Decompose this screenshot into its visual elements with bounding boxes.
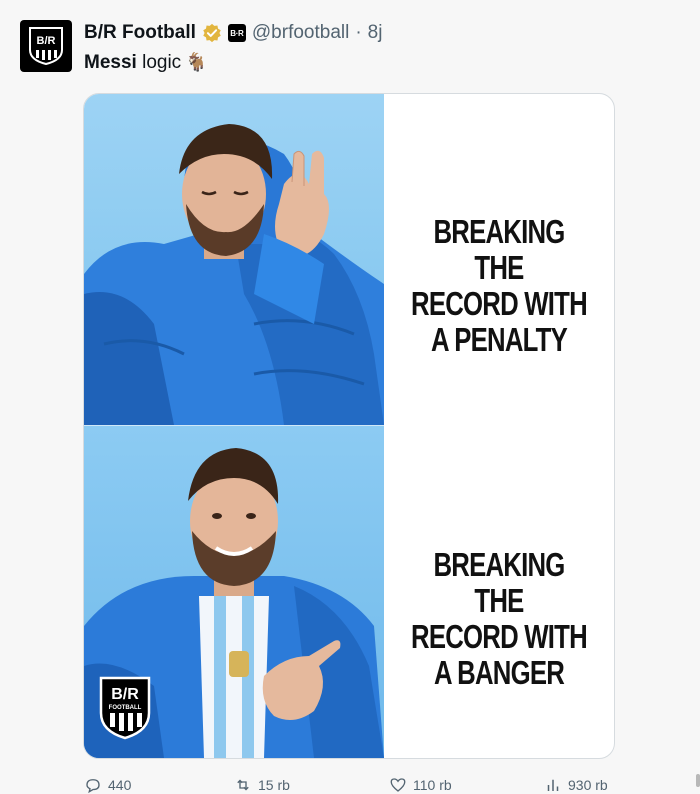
reply-icon	[86, 779, 100, 794]
affiliate-badge-icon: B·R	[227, 24, 246, 42]
retweet-icon	[237, 779, 249, 791]
retweet-count: 15 rb	[258, 777, 290, 793]
meme-caption-line: RECORD WITH	[411, 618, 588, 655]
timestamp[interactable]: 8j	[368, 22, 383, 44]
reply-button[interactable]: 440	[84, 776, 131, 794]
retweet-button[interactable]: 15 rb	[234, 776, 290, 794]
scrollbar[interactable]	[696, 774, 700, 787]
like-count: 110 rb	[413, 777, 452, 793]
meme-caption-line: RECORD WITH	[411, 285, 588, 322]
separator-dot: ·	[355, 22, 362, 43]
meme-caption-bottom: BREAKING THE RECORD WITH A BANGER	[409, 547, 588, 691]
tweet-text-rest: logic	[136, 52, 182, 73]
tweet-actions: 440 15 rb 110 rb 930 rb	[84, 772, 644, 794]
tweet-header: B/R Football B·R @brfootball · 8j	[84, 20, 382, 46]
meme-caption-top: BREAKING THE RECORD WITH A PENALTY	[409, 214, 588, 358]
heart-icon	[390, 778, 406, 792]
meme-caption-line: A BANGER	[433, 654, 565, 691]
svg-text:B/R: B/R	[37, 35, 56, 47]
reply-count: 440	[108, 777, 132, 793]
meme-image[interactable]: B/R FOOTBALL BREAKING THE RECORD WITH A …	[83, 93, 615, 759]
man-rejecting-illustration	[84, 124, 384, 425]
meme-photo-approve: B/R FOOTBALL	[84, 426, 384, 758]
tweet[interactable]: B/R B/R Football B·R @brfootball · 8j Me…	[0, 0, 700, 794]
views-chart-icon	[547, 779, 559, 791]
br-watermark-icon: B/R FOOTBALL	[99, 676, 151, 740]
svg-text:FOOTBALL: FOOTBALL	[109, 705, 142, 711]
goat-emoji: 🐐	[185, 52, 208, 72]
avatar[interactable]: B/R	[20, 20, 72, 72]
svg-text:B/R: B/R	[111, 686, 139, 703]
br-logo-icon: B/R	[29, 27, 63, 66]
meme-caption-line: BREAKING THE	[433, 546, 565, 619]
views-button[interactable]: 930 rb	[544, 776, 608, 794]
verified-badge-icon	[203, 23, 221, 43]
tweet-text-bold: Messi	[84, 52, 137, 73]
views-count: 930 rb	[568, 777, 608, 793]
meme-caption-line: BREAKING THE	[433, 213, 565, 286]
author-name[interactable]: B/R Football	[84, 22, 196, 44]
like-button[interactable]: 110 rb	[389, 776, 452, 794]
meme-photo-reject	[84, 94, 384, 425]
meme-caption-line: A PENALTY	[431, 321, 568, 358]
author-handle[interactable]: @brfootball	[252, 22, 349, 44]
tweet-text: Messi logic 🐐	[84, 52, 208, 74]
